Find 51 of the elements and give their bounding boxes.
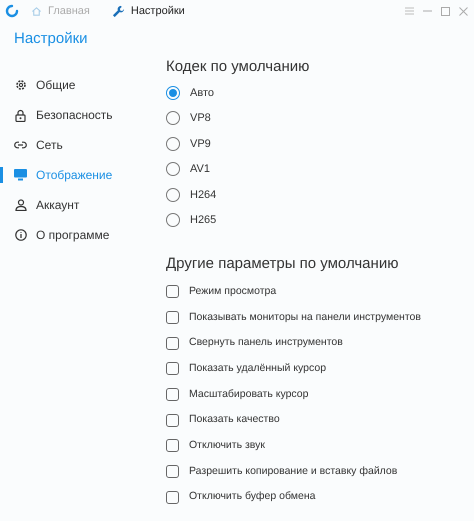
link-icon bbox=[14, 141, 27, 149]
monitor-icon bbox=[14, 169, 27, 181]
maximize-icon[interactable] bbox=[441, 6, 450, 16]
radio-button[interactable] bbox=[166, 188, 180, 202]
home-icon bbox=[31, 6, 42, 16]
tab[interactable]: Настройки bbox=[130, 2, 185, 20]
section-heading: Кодек по умолчанию bbox=[166, 57, 310, 77]
checkbox[interactable] bbox=[166, 465, 179, 478]
checkbox-label: Режим просмотра bbox=[189, 284, 276, 299]
radio-button[interactable] bbox=[166, 213, 180, 228]
radio-label: H265 bbox=[190, 213, 216, 228]
radio-button[interactable] bbox=[166, 111, 180, 126]
checkbox-label: Показать удалённый курсор bbox=[189, 361, 326, 376]
sidebar-item[interactable]: Сеть bbox=[36, 136, 63, 154]
minimize-icon[interactable] bbox=[423, 10, 432, 12]
radio-label: Авто bbox=[190, 86, 214, 100]
wrench-icon bbox=[112, 4, 125, 18]
checkbox-label: Масштабировать курсор bbox=[189, 386, 308, 402]
checkbox-label: Показать качество bbox=[189, 412, 280, 428]
sidebar-title: Настройки bbox=[13, 29, 89, 49]
radio-label: H264 bbox=[190, 188, 216, 202]
checkbox[interactable] bbox=[166, 439, 179, 452]
gear-icon bbox=[14, 79, 26, 91]
radio-button[interactable] bbox=[166, 136, 180, 151]
checkbox-label: Отключить буфер обмена bbox=[189, 489, 316, 504]
lock-icon bbox=[15, 108, 26, 122]
sidebar-item[interactable]: О программе bbox=[36, 226, 110, 244]
checkbox[interactable] bbox=[166, 362, 179, 376]
checkbox[interactable] bbox=[166, 311, 179, 324]
checkbox[interactable] bbox=[166, 490, 179, 504]
checkbox-label: Показывать мониторы на панели инструментов bbox=[189, 310, 421, 325]
radio-button[interactable] bbox=[166, 162, 180, 176]
radio-label: AV1 bbox=[190, 162, 210, 177]
checkbox-label: Свернуть панель инструментов bbox=[189, 335, 343, 350]
checkbox-label: Разрешить копирование и вставку файлов bbox=[189, 464, 398, 479]
info-icon bbox=[14, 229, 26, 241]
radio-button[interactable] bbox=[166, 86, 180, 100]
checkbox[interactable] bbox=[166, 336, 179, 350]
sidebar-item[interactable]: Общие bbox=[36, 76, 76, 94]
sidebar-item[interactable]: Безопасность bbox=[36, 106, 113, 124]
app-logo-icon bbox=[5, 4, 19, 18]
radio-label: VP8 bbox=[190, 111, 211, 126]
checkbox[interactable] bbox=[166, 388, 179, 402]
checkbox-label: Отключить звук bbox=[189, 438, 265, 454]
radio-label: VP9 bbox=[190, 136, 211, 152]
sidebar-item[interactable]: Аккаунт bbox=[36, 196, 80, 214]
close-icon[interactable] bbox=[459, 6, 468, 16]
checkbox[interactable] bbox=[166, 285, 179, 298]
section-heading: Другие параметры по умолчанию bbox=[166, 254, 400, 274]
checkbox[interactable] bbox=[166, 414, 179, 427]
user-icon bbox=[14, 199, 26, 211]
